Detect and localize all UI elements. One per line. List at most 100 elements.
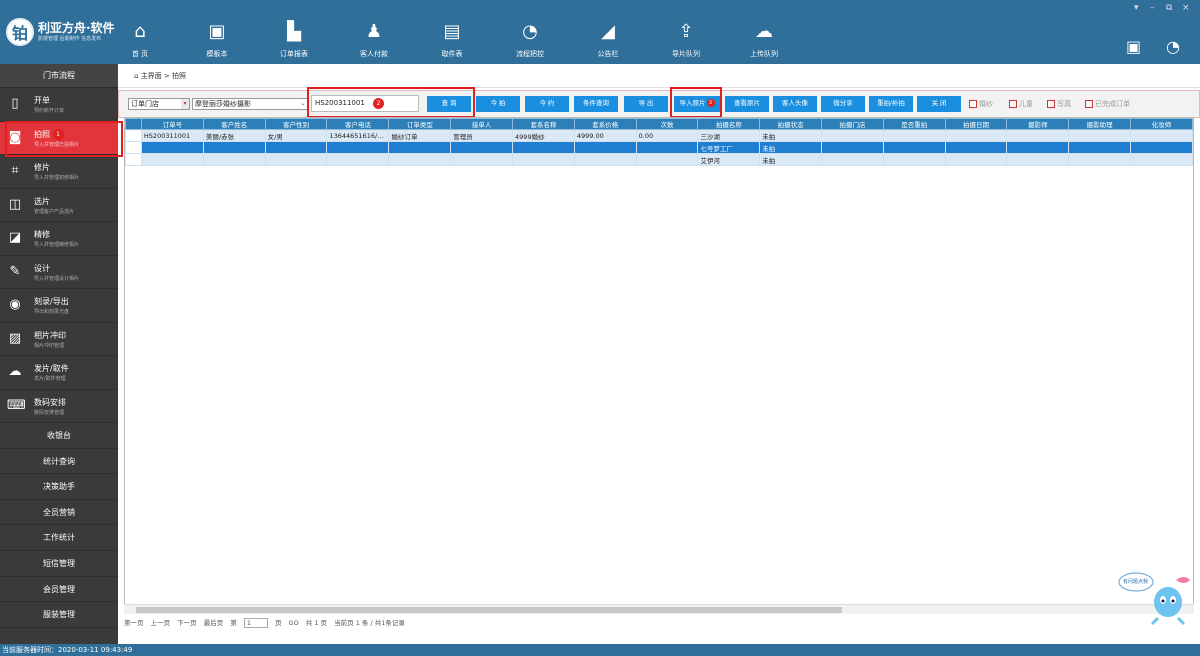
last-page-link[interactable]: 最后页 [204,619,224,627]
table-cell[interactable] [1068,129,1132,142]
nav-import-queue[interactable]: ⇪ 导片队列 [656,20,716,62]
go-button[interactable]: GO [289,619,299,627]
table-cell[interactable]: 七号梦工厂 [697,141,761,154]
sidebar-item-delivery[interactable]: ☁ 发片/取件 发片/取件管理 [0,356,118,390]
table-cell[interactable]: HS200311001 [140,129,204,142]
table-cell[interactable] [882,129,946,142]
sidebar-sms[interactable]: 短信管理 [0,551,118,577]
column-header[interactable]: 是否重拍 [882,118,946,130]
nav-order-report[interactable]: ▙ 订单报表 [264,20,324,62]
table-cell[interactable]: 未拍 [759,153,823,166]
table-cell[interactable] [944,141,1008,154]
table-cell[interactable] [635,153,699,166]
help-mascot[interactable]: 有问题点我 [1118,566,1194,626]
table-cell[interactable]: 4999.00 [573,129,637,142]
table-cell[interactable]: 女/男 [264,129,328,142]
table-cell[interactable]: 婚纱订单 [388,129,452,142]
store-select[interactable]: 订单门店 ▾ [128,98,190,110]
table-cell[interactable] [635,141,699,154]
nav-pickup[interactable]: ▤ 取件表 [422,20,482,62]
column-header[interactable]: 化妆师 [1130,118,1193,130]
package-select[interactable]: 摩登丽莎婚纱摄影 ⌄ [192,98,308,110]
row-header-cell[interactable] [125,153,142,166]
table-cell[interactable]: 13644651616/… [326,129,390,142]
table-cell[interactable] [1068,153,1132,166]
prev-page-link[interactable]: 上一页 [151,619,171,627]
sidebar-stats[interactable]: 统计查询 [0,449,118,475]
sidebar-decision[interactable]: 决策助手 [0,474,118,500]
table-cell[interactable] [264,153,328,166]
horizontal-scrollbar[interactable] [124,604,1194,614]
table-cell[interactable] [573,153,637,166]
table-cell[interactable]: 0.00 [635,129,699,142]
table-cell[interactable]: 未拍 [759,141,823,154]
table-cell[interactable] [512,153,575,166]
row-header-cell[interactable] [125,129,142,142]
table-cell[interactable] [573,141,637,154]
table-cell[interactable] [821,141,884,154]
table-cell[interactable] [944,129,1008,142]
table-cell[interactable] [388,153,452,166]
table-cell[interactable] [1006,153,1070,166]
checkbox-portrait[interactable]: 写真 [1047,99,1071,109]
sidebar-item-design[interactable]: ✎ 设计 导入并管理设计相片 [0,256,118,289]
table-cell[interactable] [1006,129,1070,142]
nav-home[interactable]: ⌂ 首 页 [110,20,170,62]
column-header[interactable]: 接单人 [450,118,514,130]
table-cell[interactable] [882,141,946,154]
today-shoot-button[interactable]: 今 拍 [476,96,520,112]
table-cell[interactable] [1068,141,1132,154]
column-header[interactable]: 次数 [635,118,699,130]
sidebar-item-fine-retouch[interactable]: ◪ 精修 导入并管理精修相片 [0,222,118,256]
table-cell[interactable] [1130,141,1193,154]
table-cell[interactable] [512,141,575,154]
table-cell[interactable] [882,153,946,166]
table-cell[interactable] [140,153,204,166]
table-cell[interactable] [1130,129,1193,142]
home-icon[interactable]: ⌂ [134,72,138,80]
page-input[interactable]: 1 [243,618,268,628]
sidebar-item-select[interactable]: ◫ 选片 管理客户产品选片 [0,189,118,222]
column-header[interactable]: 拍摄门店 [821,118,884,130]
table-cell[interactable]: 未拍 [759,129,823,142]
table-cell[interactable]: 艾伊河 [697,153,761,166]
wechat-share-button[interactable]: 微分享 [821,96,865,112]
table-cell[interactable] [821,129,884,142]
row-header-cell[interactable] [125,141,142,154]
table-cell[interactable] [1006,141,1070,154]
close-icon[interactable]: × [1182,3,1190,13]
table-row[interactable]: HS200311001 美丽/赤张 女/男 13644651616/… 婚纱订单 管理员 4… [125,129,1193,142]
restore-icon[interactable]: ⧉ [1166,3,1172,13]
column-header[interactable]: 拍摄日期 [944,118,1008,130]
close-button[interactable]: 关 闭 [917,96,961,112]
table-row[interactable]: 艾伊河 未拍 [125,153,1193,166]
column-header[interactable]: 套系名称 [512,118,575,130]
column-header[interactable]: 客户电话 [326,118,390,130]
today-appointment-button[interactable]: 今 约 [525,96,569,112]
table-cell[interactable]: 三沙湖 [697,129,761,142]
sidebar-costume[interactable]: 服装管理 [0,602,118,628]
column-header[interactable]: 订单号 [140,118,204,130]
table-cell[interactable] [450,153,514,166]
export-button[interactable]: 导 出 [624,96,668,112]
signal-right-icon[interactable]: ◔ [1166,37,1180,56]
sidebar-item-open-order[interactable]: ▯ 开单 预约新开订单 [0,88,118,122]
nav-upload-queue[interactable]: ☁ 上传队列 [734,20,794,62]
table-cell[interactable] [821,153,884,166]
table-row[interactable]: 七号梦工厂 未拍 [125,141,1193,154]
table-cell[interactable] [944,153,1008,166]
sidebar-item-retouch[interactable]: ⌗ 修片 导入并管理初修相片 [0,155,118,189]
table-cell[interactable] [202,153,266,166]
table-cell[interactable] [264,141,328,154]
condition-query-button[interactable]: 条件查询 [574,96,618,112]
checkbox-wedding[interactable]: 婚纱 [969,99,993,109]
table-cell[interactable] [1130,153,1193,166]
column-header[interactable]: 套系价格 [573,118,637,130]
sidebar-item-digital[interactable]: ⌨ 数码安排 数码安排管理 [0,390,118,423]
table-cell[interactable] [202,141,266,154]
onenote-right-icon[interactable]: ▣ [1126,37,1141,56]
next-page-link[interactable]: 下一页 [177,619,197,627]
column-header[interactable]: 拍摄名称 [697,118,761,130]
sidebar-item-print[interactable]: ▨ 相片冲印 相片冲印管理 [0,323,118,356]
nav-payment[interactable]: ♟ 客人付款 [344,20,404,62]
